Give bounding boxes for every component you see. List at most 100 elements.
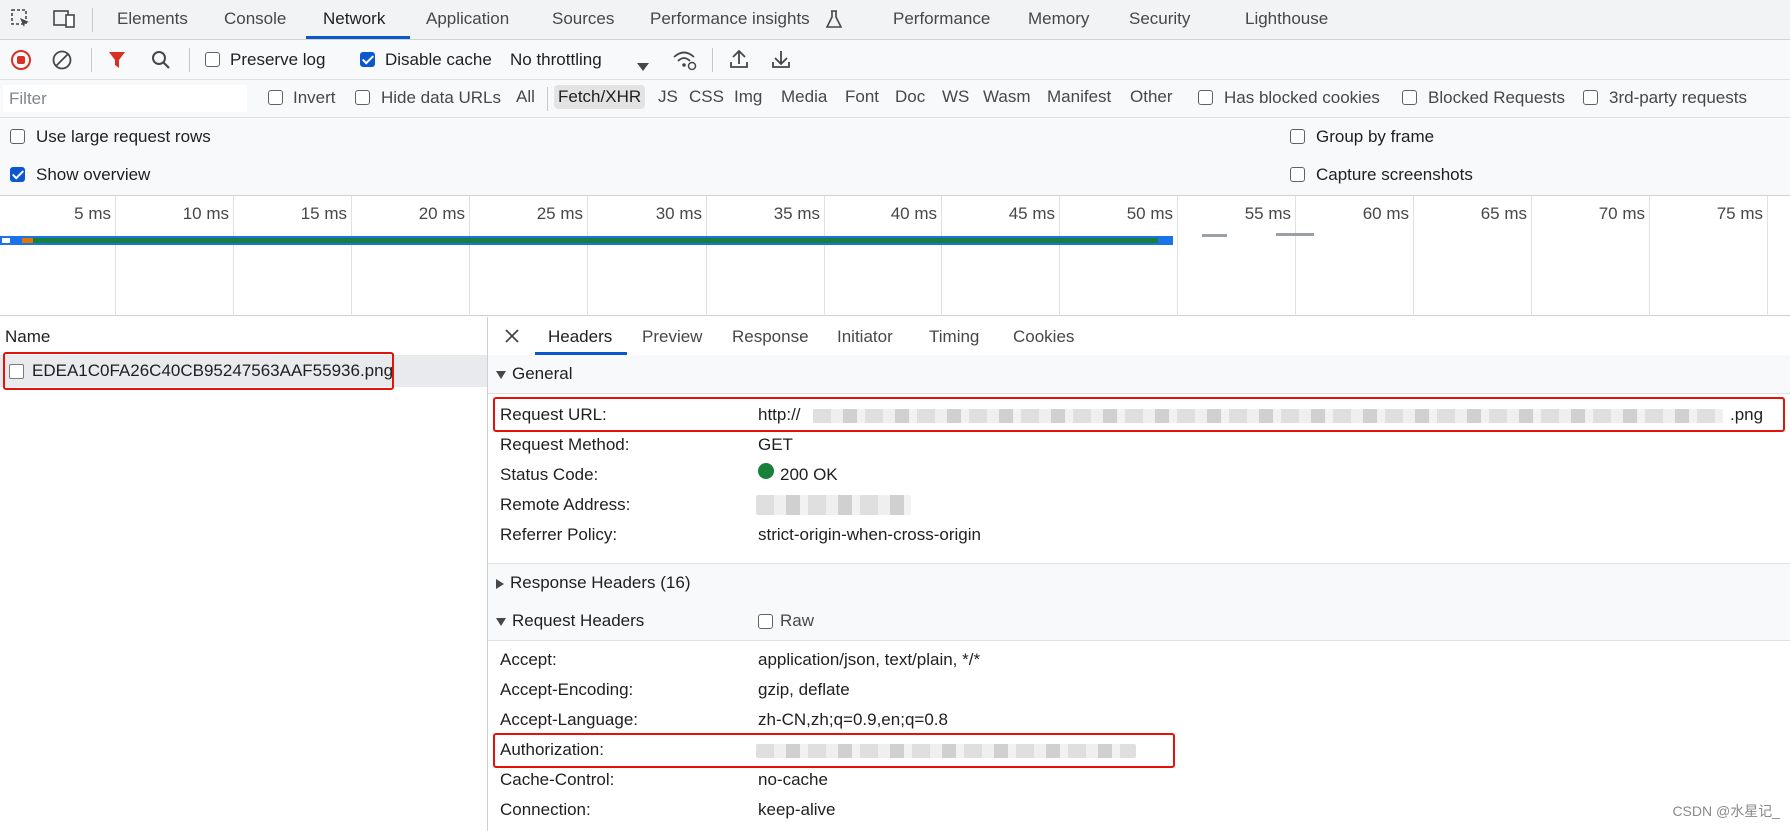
timeline-mark (1276, 233, 1314, 236)
import-har-icon[interactable] (728, 48, 750, 75)
tab-elements[interactable]: Elements (117, 9, 188, 29)
status-code-key: Status Code: (500, 465, 599, 484)
hide-data-urls-checkbox[interactable] (355, 90, 370, 105)
stop-recording-icon[interactable] (10, 49, 32, 76)
request-headers-toggle: Request Headers (496, 611, 644, 631)
filter-icon[interactable] (107, 50, 127, 75)
tab-response[interactable]: Response (732, 327, 809, 347)
type-filter-img[interactable]: Img (734, 87, 762, 107)
capture-screenshots-checkbox[interactable] (1290, 167, 1305, 182)
network-settings: Use large request rows Show overview Gro… (0, 118, 1790, 196)
timeline-tick: 20 ms (418, 204, 465, 223)
expand-triangle-icon (496, 370, 506, 379)
filter-bar: Invert Hide data URLs All Fetch/XHR JS C… (0, 80, 1790, 118)
response-headers-toggle: Response Headers (16) (496, 573, 690, 593)
invert-checkbox[interactable] (268, 90, 283, 105)
detail-tab-bar: Headers Preview Response Initiator Timin… (488, 317, 1790, 356)
request-headers-section-header[interactable]: Request Headers Raw (488, 602, 1790, 641)
raw-checkbox[interactable] (758, 614, 773, 629)
status-ok-icon (758, 463, 774, 479)
tab-initiator[interactable]: Initiator (837, 327, 893, 347)
connection-value: keep-alive (758, 800, 836, 819)
type-filter-css[interactable]: CSS (689, 87, 724, 107)
watermark: CSDN @水星记_ (1672, 803, 1780, 819)
has-blocked-cookies-checkbox[interactable] (1198, 90, 1213, 105)
tab-sources[interactable]: Sources (552, 9, 614, 29)
collapse-triangle-icon (496, 578, 504, 589)
tab-console[interactable]: Console (224, 9, 286, 29)
type-filter-font[interactable]: Font (845, 87, 879, 107)
network-conditions-icon[interactable] (672, 49, 698, 76)
status-code-value: 200 OK (780, 465, 838, 484)
type-filter-other[interactable]: Other (1130, 87, 1173, 107)
authorization-highlight-box (493, 733, 1175, 768)
tab-timing[interactable]: Timing (929, 327, 979, 347)
has-blocked-cookies-label: Has blocked cookies (1224, 88, 1380, 107)
show-overview-checkbox[interactable] (10, 167, 25, 182)
timeline-tick: 70 ms (1598, 204, 1645, 223)
group-by-frame-checkbox[interactable] (1290, 129, 1305, 144)
tab-memory[interactable]: Memory (1028, 9, 1089, 29)
request-stall-bar (2, 238, 10, 243)
request-highlight-box (3, 352, 394, 390)
type-filter-doc[interactable]: Doc (895, 87, 925, 107)
export-har-icon[interactable] (770, 48, 792, 75)
preserve-log-label: Preserve log (230, 50, 326, 69)
type-filter-all[interactable]: All (516, 87, 535, 107)
timeline-tick: 30 ms (655, 204, 702, 223)
request-headers-title: Request Headers (512, 611, 645, 630)
group-by-frame-label: Group by frame (1316, 127, 1435, 146)
tab-performance[interactable]: Performance (893, 9, 990, 29)
type-filter-fetch-xhr[interactable]: Fetch/XHR (554, 85, 646, 109)
general-section-header[interactable]: General (488, 355, 1790, 394)
timeline-tick: 25 ms (536, 204, 583, 223)
accept-encoding-key: Accept-Encoding: (500, 680, 634, 699)
general-title: General (512, 364, 573, 383)
tab-application[interactable]: Application (426, 9, 509, 29)
preserve-log-checkbox[interactable] (205, 52, 220, 67)
hide-data-urls-label: Hide data URLs (381, 88, 502, 107)
tab-network[interactable]: Network (323, 9, 385, 29)
type-filter-ws[interactable]: WS (942, 87, 969, 107)
devtools-tab-bar: Elements Console Network Application Sou… (0, 0, 1790, 40)
flask-icon (825, 9, 843, 34)
raw-label: Raw (780, 611, 815, 630)
network-overview[interactable]: 5 ms 10 ms 15 ms 20 ms 25 ms 30 ms 35 ms… (0, 196, 1790, 316)
tab-lighthouse[interactable]: Lighthouse (1245, 9, 1328, 29)
chevron-down-icon[interactable] (637, 56, 649, 76)
referrer-policy-key: Referrer Policy: (500, 525, 618, 544)
type-filter-js[interactable]: JS (658, 87, 678, 107)
accept-language-key: Accept-Language: (500, 710, 638, 729)
filter-input[interactable] (3, 85, 247, 112)
request-waiting-bar (33, 238, 1158, 243)
response-headers-section-header[interactable]: Response Headers (16) (488, 563, 1790, 603)
disable-cache-checkbox[interactable] (360, 52, 375, 67)
accept-value: application/json, text/plain, */* (758, 650, 981, 669)
timeline-tick: 15 ms (300, 204, 347, 223)
large-rows-checkbox[interactable] (10, 129, 25, 144)
tab-performance-insights[interactable]: Performance insights (650, 9, 810, 29)
blocked-requests-checkbox[interactable] (1402, 90, 1417, 105)
tab-preview[interactable]: Preview (642, 327, 702, 347)
device-toolbar-icon[interactable] (52, 8, 76, 35)
third-party-requests-checkbox[interactable] (1583, 90, 1598, 105)
inspect-element-icon[interactable] (10, 8, 32, 35)
search-icon[interactable] (150, 49, 172, 76)
type-filter-wasm[interactable]: Wasm (983, 87, 1031, 107)
name-column-header[interactable]: Name (5, 327, 50, 347)
timeline-tick: 50 ms (1126, 204, 1173, 223)
tab-headers[interactable]: Headers (548, 327, 612, 347)
timeline-tick: 45 ms (1008, 204, 1055, 223)
type-filter-manifest[interactable]: Manifest (1047, 87, 1111, 107)
type-filter-media[interactable]: Media (781, 87, 827, 107)
clear-icon[interactable] (51, 49, 73, 76)
accept-encoding-value: gzip, deflate (758, 680, 850, 699)
close-icon[interactable] (504, 328, 520, 349)
cache-control-key: Cache-Control: (500, 770, 615, 789)
tab-security[interactable]: Security (1129, 9, 1190, 29)
throttling-select[interactable]: No throttling (510, 50, 602, 70)
tab-cookies[interactable]: Cookies (1013, 327, 1074, 347)
timeline-mark (1202, 234, 1227, 237)
request-detail-panel: Headers Preview Response Initiator Timin… (488, 317, 1790, 831)
timeline-tick: 65 ms (1480, 204, 1527, 223)
